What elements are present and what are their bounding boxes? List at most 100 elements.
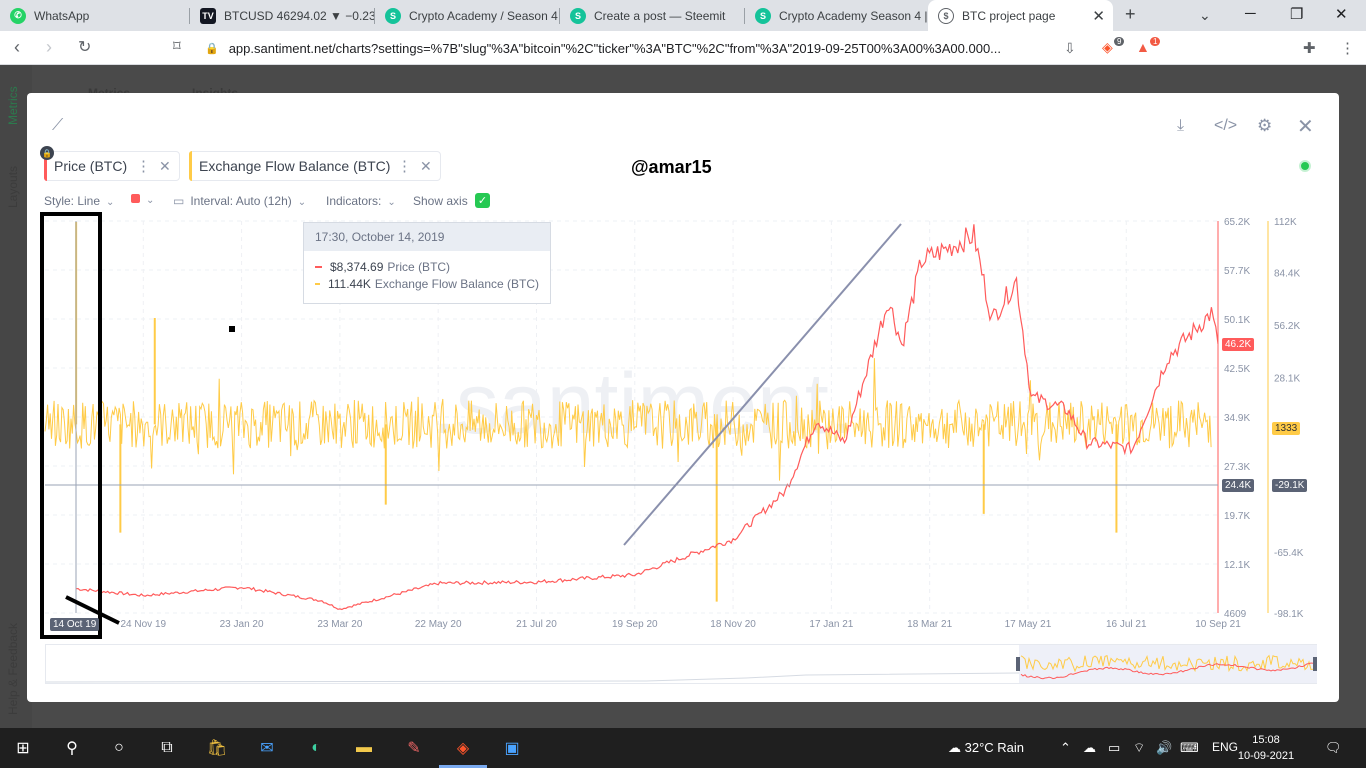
steemit-icon: S [385,7,401,24]
tab-title: WhatsApp [34,8,90,23]
brave-shields-icon[interactable]: ◈ [1102,39,1113,56]
timeline-navigator[interactable] [45,644,1317,684]
language-indicator[interactable]: ENG [1212,740,1238,754]
minimize-icon[interactable]: ─ [1245,5,1256,22]
store-icon[interactable]: 🛍 [206,737,228,759]
y-tick-label: -65.4K [1274,548,1304,559]
y-tick-label: 84.4K [1274,268,1300,279]
tab-search-icon[interactable]: ⌄ [1199,7,1211,24]
extensions-icon[interactable]: ✚ [1303,39,1316,57]
navigator-history-line [45,672,1020,683]
search-icon[interactable]: ⚲ [61,737,83,759]
brave-rewards-icon[interactable]: ▲ [1136,39,1150,55]
volume-icon[interactable]: 🔊 [1156,740,1172,756]
weather-icon: ☁ [948,740,965,755]
keyboard-icon[interactable]: ⌨ [1180,740,1199,756]
brave-icon[interactable]: ◈ [452,737,474,759]
crosshair-flow-tag: -29.1K [1272,479,1308,492]
tab-title: Create a post — Steemit [594,8,726,23]
flow-axis-labels: 112K 84.4K 56.2K 28.1K -65.4K -98.1K [1274,217,1304,620]
maximize-icon[interactable]: ❐ [1290,5,1303,23]
y-tick-label: 12.1K [1224,560,1250,571]
chart-canvas[interactable]: .santiment. 65.2K57.7K50.1K42.5K34.9K27.… [27,93,1339,702]
annotation-dot [229,326,235,332]
navigator-left-handle [1016,657,1020,671]
y-tick-label: 27.3K [1224,462,1250,473]
menu-icon[interactable]: ⋮ [1340,39,1355,57]
navigator-right-handle [1313,657,1317,671]
tab-tradingview[interactable]: TV BTCUSD 46294.02 ▼ −0.23 [190,0,375,31]
y-tick-label: 57.7K [1224,266,1250,277]
date-axis-labels: 24 Nov 19 23 Jan 20 23 Mar 20 22 May 20 21 J… [120,619,1241,630]
battery-icon[interactable]: ▭ [1108,740,1120,756]
close-tab-icon[interactable]: ✕ [1092,7,1105,25]
weather-widget[interactable]: ☁ 32°C Rain [948,740,1024,756]
install-icon[interactable]: ⇩ [1064,40,1076,57]
cortana-icon[interactable]: ○ [108,737,130,759]
tab-title: Crypto Academy Season 4 | [779,8,928,23]
file-explorer-icon[interactable]: ▬ [353,737,375,759]
x-tick-label: 24 Nov 19 [120,619,166,630]
shields-count-badge: 9 [1114,37,1125,46]
whatsapp-icon: ✆ [10,7,26,24]
x-tick-label: 23 Mar 20 [317,619,362,630]
paint-icon[interactable]: ✎ [403,737,425,759]
rail-help[interactable]: Help & Feedback [6,623,20,715]
tooltip-value: $8,374.69 [330,259,384,274]
price-axis-labels: 65.2K 57.7K 50.1K 42.5K 34.9K 27.3K 19.7K 12.1K… [1224,217,1250,620]
x-tick-label: 10 Sep 21 [1195,619,1241,630]
tab-whatsapp[interactable]: ✆ WhatsApp [0,0,190,31]
mail-icon[interactable]: ✉ [256,737,278,759]
rail-metrics[interactable]: Metrics [6,86,20,125]
steemit-icon: S [755,7,771,24]
y-tick-label: 112K [1274,217,1297,228]
tab-strip: ✆ WhatsApp TV BTCUSD 46294.02 ▼ −0.23 S … [0,0,1366,31]
photos-icon[interactable]: ▣ [501,737,523,759]
edge-icon[interactable]: ◐ [305,737,327,759]
rewards-badge: 1 [1150,37,1161,46]
y-tick-label: 50.1K [1224,315,1250,326]
onedrive-icon[interactable]: ☁ [1083,740,1096,756]
bookmark-icon[interactable]: ⌑ [173,37,181,55]
y-tick-label: 56.2K [1274,321,1300,332]
x-tick-label: 17 May 21 [1005,619,1052,630]
tab-create-post[interactable]: S Create a post — Steemit [560,0,745,31]
crosshair-date-tag: 14 Oct 19 [50,618,100,631]
tooltip-metric-name: Exchange Flow Balance (BTC) [374,276,539,291]
flow-last-tag: 1333 [1272,422,1301,435]
x-tick-label: 22 May 20 [415,619,462,630]
series-swatch [315,265,322,268]
clock[interactable]: 15:08 10-09-2021 [1236,732,1296,764]
x-tick-label: 17 Jan 21 [809,619,853,630]
new-tab-icon[interactable]: + [1125,4,1136,25]
tab-title: BTCUSD 46294.02 ▼ −0.23 [224,8,375,23]
x-tick-label: 23 Jan 20 [220,619,264,630]
tab-title: Crypto Academy / Season 4 [409,8,558,23]
rail-layouts[interactable]: Layouts [6,166,20,208]
tab-crypto-academy[interactable]: S Crypto Academy / Season 4 [375,0,560,31]
x-tick-label: 18 Nov 20 [710,619,756,630]
windows-start-icon[interactable]: ⊞ [12,737,34,759]
wifi-icon[interactable]: ⌔ [1133,740,1145,756]
reload-icon[interactable]: ↻ [78,37,91,57]
tab-crypto-academy-2[interactable]: S Crypto Academy Season 4 | [745,0,928,31]
price-last-tag: 46.2K [1222,338,1255,351]
tab-btc-project[interactable]: $ BTC project page ✕ [928,0,1113,31]
tradingview-icon: TV [200,7,216,24]
lock-icon: 🔒 [205,42,219,55]
series-swatch [315,282,320,285]
crosshair-price-tag: 24.4K [1222,479,1255,492]
tooltip-value: 111.44K [327,276,371,291]
url-text: app.santiment.net/charts?settings=%7B"sl… [228,40,1002,56]
y-tick-label: 28.1K [1274,374,1300,385]
notifications-icon[interactable]: 🗨 [1325,740,1342,756]
forward-icon[interactable]: › [46,37,52,58]
url-field[interactable]: 🔒 app.santiment.net/charts?settings=%7B"… [205,35,1085,61]
back-icon[interactable]: ‹ [14,37,20,58]
task-view-icon[interactable]: ⧉ [156,737,178,759]
close-window-icon[interactable]: ✕ [1335,5,1348,23]
tray-chevron-icon[interactable]: ⌃ [1060,740,1071,756]
tooltip-row-flow: 111.44K Exchange Flow Balance (BTC) [304,275,550,292]
tab-title: BTC project page [962,8,1056,23]
tooltip-date: 17:30, October 14, 2019 [304,223,550,251]
